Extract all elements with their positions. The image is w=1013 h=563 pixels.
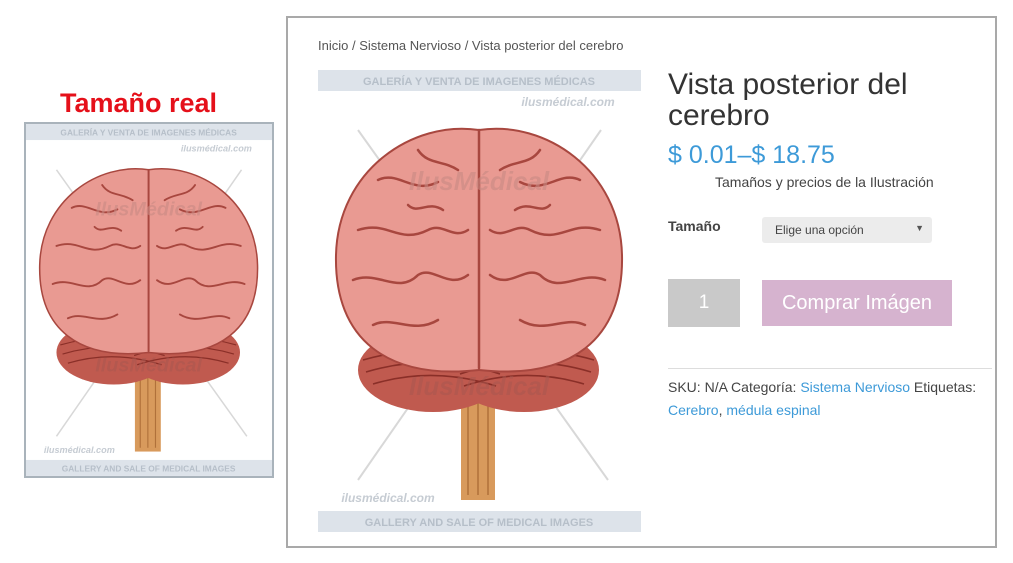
wm-site-text-2: ilusmédical.com <box>341 491 435 505</box>
product-panel: Inicio / Sistema Nervioso / Vista poster… <box>286 16 997 548</box>
product-price: $ 0.01–$ 18.75 <box>668 141 835 169</box>
wm-site-text: ilusmédical.com <box>521 95 615 109</box>
divider <box>668 368 992 369</box>
sku-value: N/A <box>704 379 728 395</box>
sku-label: SKU: <box>668 379 705 395</box>
thumbnail-image[interactable]: GALERÍA Y VENTA DE IMAGENES MÉDICAS ilus… <box>24 122 274 478</box>
category-link[interactable]: Sistema Nervioso <box>800 379 910 395</box>
wm-center-text-2: IlusMédical <box>95 355 202 377</box>
real-size-label: Tamaño real <box>60 88 218 118</box>
chevron-down-icon: ▼ <box>915 223 924 233</box>
tag-link-medula[interactable]: médula espinal <box>726 402 820 418</box>
wm-site-text-2: ilusmédical.com <box>44 445 115 455</box>
breadcrumb: Inicio / Sistema Nervioso / Vista poster… <box>318 38 623 53</box>
product-meta: SKU: N/A Categoría: Sistema Nervioso Eti… <box>668 376 993 422</box>
size-select[interactable]: Elige una opción ▼ <box>762 217 932 243</box>
tag-link-cerebro[interactable]: Cerebro <box>668 402 719 418</box>
wm-bottom-text: GALLERY AND SALE OF MEDICAL IMAGES <box>62 463 236 473</box>
product-image[interactable]: GALERÍA Y VENTA DE IMAGENES MÉDICAS ilus… <box>318 70 641 532</box>
wm-center-text-2: IlusMédical <box>409 371 550 401</box>
product-title: Vista posterior del cerebro <box>668 68 908 132</box>
breadcrumb-sep: / <box>348 38 360 53</box>
buy-button[interactable]: Comprar Imágen <box>762 280 952 326</box>
quantity-input[interactable]: 1 <box>668 279 740 327</box>
wm-top-text: GALERÍA Y VENTA DE IMAGENES MÉDICAS <box>60 127 237 137</box>
wm-center-text: IlusMédical <box>95 198 202 220</box>
wm-top-text: GALERÍA Y VENTA DE IMAGENES MÉDICAS <box>363 75 595 88</box>
breadcrumb-current: Vista posterior del cerebro <box>471 38 624 53</box>
breadcrumb-category[interactable]: Sistema Nervioso <box>359 38 461 53</box>
size-label: Tamaño <box>668 218 721 234</box>
breadcrumb-home[interactable]: Inicio <box>318 38 348 53</box>
breadcrumb-sep: / <box>461 38 472 53</box>
category-label: Categoría: <box>727 379 801 395</box>
price-note: Tamaños y precios de la Ilustración <box>715 174 934 190</box>
wm-bottom-text: GALLERY AND SALE OF MEDICAL IMAGES <box>365 517 594 529</box>
wm-center-text: IlusMédical <box>409 166 550 196</box>
tags-label: Etiquetas: <box>910 379 977 395</box>
size-select-value: Elige una opción <box>775 223 864 237</box>
wm-site-text: ilusmédical.com <box>181 143 252 153</box>
